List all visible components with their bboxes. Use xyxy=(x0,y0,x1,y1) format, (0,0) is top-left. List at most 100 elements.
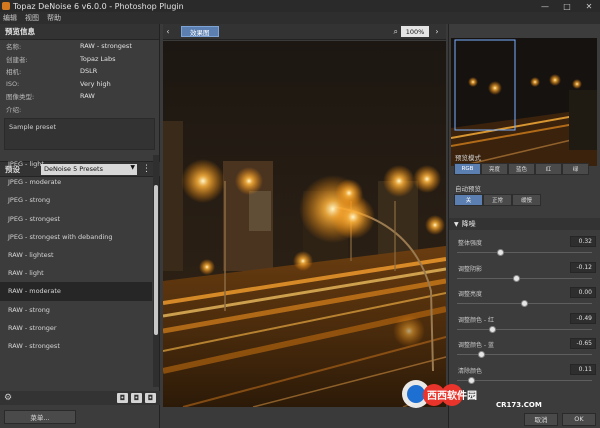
menu-edit[interactable]: 编辑 xyxy=(3,13,17,23)
slider-handle[interactable] xyxy=(512,274,520,282)
menu-bar: 编辑 视图 帮助 xyxy=(0,12,600,24)
param-row: 整体强度 0.32 xyxy=(449,236,600,261)
info-value: Topaz Labs xyxy=(80,54,116,63)
param-row: 调整颜色 - 红 -0.49 xyxy=(449,312,600,338)
camera-icon[interactable]: ◘ xyxy=(131,393,142,403)
preset-item[interactable]: RAW - light xyxy=(0,264,152,282)
preset-description: Sample preset xyxy=(4,118,155,150)
title-bar: Topaz DeNoise 6 v6.0.0 - Photoshop Plugi… xyxy=(0,0,600,12)
slider-handle[interactable] xyxy=(488,325,496,333)
preset-item[interactable]: JPEG - strong xyxy=(0,191,152,209)
dialog-buttons: 取消 OK xyxy=(448,410,600,428)
info-value: DSLR xyxy=(80,67,98,76)
param-value-input[interactable]: 0.00 xyxy=(570,287,596,298)
menu-view[interactable]: 视图 xyxy=(25,13,39,23)
preset-item[interactable]: JPEG - moderate xyxy=(0,173,152,191)
preset-item[interactable]: RAW - strong xyxy=(0,301,152,319)
preview-mode-blue[interactable]: 蓝色 xyxy=(508,163,535,175)
preset-item[interactable]: RAW - stronger xyxy=(0,319,152,337)
info-row: ISO: Very high xyxy=(0,78,159,91)
info-row: 名称: RAW - strongest xyxy=(0,40,159,53)
info-row: 图像类型: RAW xyxy=(0,90,159,103)
preset-item[interactable]: JPEG - strongest with debanding xyxy=(0,228,152,246)
param-label: 整体强度 xyxy=(458,240,483,247)
info-value: Very high xyxy=(80,79,111,88)
slider-handle[interactable] xyxy=(477,351,485,358)
param-value-input[interactable]: -0.12 xyxy=(570,261,596,273)
minimize-icon[interactable]: — xyxy=(534,0,556,12)
denoise-section-header[interactable]: ▼ 降噪 xyxy=(449,218,600,230)
night-highway-photo xyxy=(163,41,446,407)
navigator-thumbnail[interactable] xyxy=(451,38,597,166)
preset-scrollbar[interactable] xyxy=(153,155,159,387)
window-controls: — □ ✕ xyxy=(534,0,600,12)
preview-mode-luminance[interactable]: 亮度 xyxy=(481,163,508,175)
watermark-logo: 西西软件园 CR173.COM xyxy=(400,376,572,412)
preset-item[interactable]: RAW - strongest xyxy=(0,337,152,355)
preview-info-list: 名称: RAW - strongest 创建者: Topaz Labs 相机: DSLR I… xyxy=(0,40,159,115)
preview-mode-rgb[interactable]: RGB xyxy=(454,163,481,175)
magnifier-icon[interactable]: ⌕ xyxy=(394,27,398,37)
preview-mode-green[interactable]: 绿 xyxy=(562,163,589,175)
preset-item[interactable]: JPEG - strongest xyxy=(0,210,152,228)
maximize-icon[interactable]: □ xyxy=(556,0,578,12)
left-panel: 预览信息 名称: RAW - strongest 创建者: Topaz Labs 相机:… xyxy=(0,24,160,428)
info-key: 相机: xyxy=(6,68,22,77)
preset-item[interactable]: JPEG - light xyxy=(0,155,152,173)
gear-icon[interactable]: ⚙ xyxy=(4,393,12,403)
info-key: 创建者: xyxy=(6,55,28,64)
app-icon xyxy=(2,2,10,10)
info-value: RAW - strongest xyxy=(80,42,132,51)
preview-mode-button[interactable]: 效果图 xyxy=(181,26,219,37)
camera-remove-icon[interactable]: ◘ xyxy=(145,393,156,403)
info-key: 介绍: xyxy=(6,105,22,114)
slider-handle[interactable] xyxy=(496,249,504,256)
preset-list: JPEG - light JPEG - moderate JPEG - strong… xyxy=(0,155,152,387)
param-value-input[interactable]: 0.11 xyxy=(570,363,596,375)
watermark-domain: CR173.COM xyxy=(496,401,542,409)
preset-item[interactable]: RAW - moderate xyxy=(0,282,152,301)
slider-track[interactable] xyxy=(457,277,592,279)
auto-preview-label: 自动预览 xyxy=(455,185,481,193)
window-title: Topaz DeNoise 6 v6.0.0 - Photoshop Plugi… xyxy=(13,1,184,11)
param-label: 调整阴影 xyxy=(458,265,483,273)
scrollbar-thumb[interactable] xyxy=(154,185,158,335)
param-value-input[interactable]: 0.32 xyxy=(570,236,596,247)
auto-preview-slow[interactable]: 缓慢 xyxy=(512,194,541,206)
param-label: 清除颜色 xyxy=(458,367,483,375)
cancel-button[interactable]: 取消 xyxy=(524,412,558,426)
menu-help[interactable]: 帮助 xyxy=(47,13,61,23)
param-row: 调整颜色 - 蓝 -0.65 xyxy=(449,338,600,363)
auto-preview-off[interactable]: 关 xyxy=(454,194,483,206)
slider-track[interactable] xyxy=(457,328,592,330)
preview-mode-red[interactable]: 红 xyxy=(535,163,562,175)
close-icon[interactable]: ✕ xyxy=(578,0,600,12)
preview-mode-label: 预览模式 xyxy=(455,154,481,162)
preview-info-heading: 预览信息 xyxy=(0,24,159,40)
camera-add-icon[interactable]: ◘ xyxy=(117,393,128,403)
chevron-left-icon[interactable]: ‹ xyxy=(163,26,173,37)
zoom-level[interactable]: 100% xyxy=(401,26,429,37)
param-row: 调整阴影 -0.12 xyxy=(449,261,600,287)
slider-handle[interactable] xyxy=(521,300,528,307)
param-label: 调整颜色 - 蓝 xyxy=(458,342,494,349)
slider-track[interactable] xyxy=(457,252,592,253)
navigator-photo xyxy=(451,38,597,166)
preview-image[interactable] xyxy=(163,41,446,407)
watermark-brand: 西西软件园 xyxy=(427,389,477,402)
param-value-input[interactable]: -0.49 xyxy=(570,312,596,324)
info-row: 相机: DSLR xyxy=(0,65,159,78)
ok-button[interactable]: OK xyxy=(562,412,596,426)
info-key: 名称: xyxy=(6,43,22,52)
preview-mode-group: RGB 亮度 蓝色 红 绿 xyxy=(454,163,589,175)
menu-button[interactable]: 菜单... xyxy=(4,410,76,424)
auto-preview-normal[interactable]: 正常 xyxy=(483,194,512,206)
param-value-input[interactable]: -0.65 xyxy=(570,338,596,349)
collapse-triangle-icon: ▼ xyxy=(454,220,459,228)
info-row: 介绍: xyxy=(0,103,159,116)
info-key: 图像类型: xyxy=(6,93,35,102)
preset-item[interactable]: RAW - lightest xyxy=(0,246,152,264)
watermark-graphic: 西西软件园 CR173.COM xyxy=(402,380,542,409)
viewer-toolbar: ‹ 效果图 ⌕ 100% › xyxy=(163,24,446,40)
chevron-right-icon[interactable]: › xyxy=(432,26,442,37)
